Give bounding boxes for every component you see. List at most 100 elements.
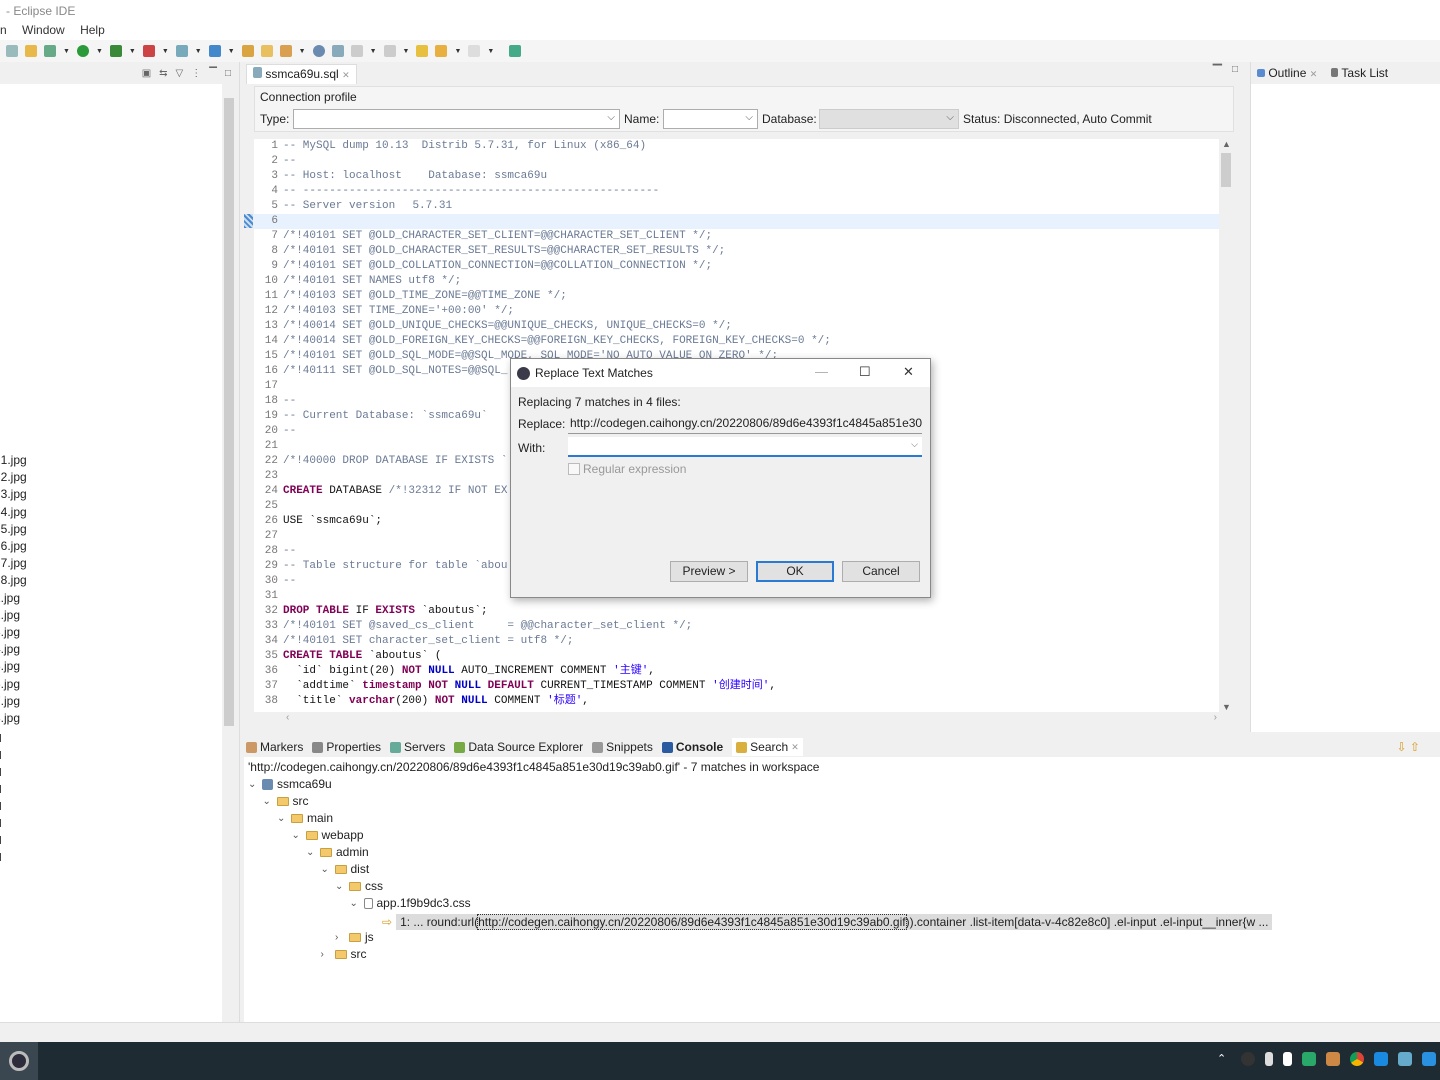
- menu-window[interactable]: Window: [22, 23, 65, 37]
- tree-node[interactable]: › js: [335, 930, 374, 944]
- tray-app-icon[interactable]: [1326, 1052, 1340, 1066]
- maximize-button[interactable]: ☐: [859, 364, 871, 380]
- file-item[interactable]: n8.jpg: [0, 573, 27, 587]
- pen-icon[interactable]: [279, 45, 292, 57]
- microphone-icon[interactable]: [1265, 1052, 1273, 1066]
- file-item[interactable]: 1.jpg: [0, 591, 20, 605]
- file-item[interactable]: n6.jpg: [0, 539, 27, 553]
- editor-horizontal-scrollbar[interactable]: ‹ ›: [284, 712, 1219, 726]
- tab-search[interactable]: Search ✕: [732, 738, 803, 756]
- external-tools-icon[interactable]: [142, 45, 155, 57]
- file-item[interactable]: n7.jpg: [0, 556, 27, 570]
- chevron-down-icon[interactable]: ⌄: [263, 796, 273, 807]
- file-item[interactable]: 4.jpg: [0, 642, 20, 656]
- chevron-down-icon[interactable]: ⌵: [911, 439, 918, 450]
- preview-button[interactable]: Preview >: [670, 561, 748, 582]
- tray-app-icon[interactable]: [1398, 1052, 1412, 1066]
- tab-data-source-explorer[interactable]: Data Source Explorer: [454, 740, 583, 754]
- eclipse-taskbar-icon[interactable]: [0, 1042, 38, 1080]
- chevron-down-icon[interactable]: ⌄: [335, 881, 345, 892]
- bookmark-icon[interactable]: [1283, 1052, 1292, 1066]
- file-item[interactable]: 5.jpg: [0, 659, 20, 673]
- link-editor-icon[interactable]: ⇆: [159, 68, 167, 79]
- file-item[interactable]: n4.jpg: [0, 505, 27, 519]
- tree-node[interactable]: ⌄ css: [335, 879, 383, 893]
- toolbar-icon[interactable]: [6, 45, 18, 57]
- open-type-icon[interactable]: [241, 45, 254, 57]
- file-item[interactable]: n1.jpg: [0, 453, 27, 467]
- perspective-icon[interactable]: [509, 45, 522, 57]
- tree-node[interactable]: ⌄ app.1f9b9dc3.css: [350, 896, 471, 910]
- cancel-button[interactable]: Cancel: [842, 561, 920, 582]
- tab-properties[interactable]: Properties: [312, 740, 381, 754]
- chevron-down-icon[interactable]: ⌄: [277, 813, 287, 824]
- with-field[interactable]: ⌵: [568, 437, 922, 457]
- file-item[interactable]: 7.jpg: [0, 694, 20, 708]
- file-item[interactable]: n5.jpg: [0, 522, 27, 536]
- back-icon[interactable]: [435, 45, 448, 57]
- chevron-down-icon[interactable]: ⌄: [306, 847, 316, 858]
- editor-tab[interactable]: ssmca69u.sql ✕: [246, 64, 357, 84]
- chevron-down-icon[interactable]: ⌄: [350, 898, 360, 909]
- chevron-right-icon[interactable]: ›: [321, 949, 331, 960]
- file-item[interactable]: 6.jpg: [0, 677, 20, 691]
- tree-node[interactable]: › src: [321, 947, 367, 961]
- file-item[interactable]: 3.jpg: [0, 625, 20, 639]
- regex-checkbox[interactable]: Regular expression: [568, 462, 686, 476]
- chevron-right-icon[interactable]: ›: [335, 932, 345, 943]
- menu-help[interactable]: Help: [80, 23, 105, 37]
- run-icon[interactable]: [76, 45, 89, 57]
- replace-field[interactable]: http://codegen.caihongy.cn/20220806/89d6…: [568, 414, 922, 434]
- forward-icon[interactable]: [468, 45, 481, 57]
- close-button[interactable]: ✕: [903, 364, 914, 380]
- ok-button[interactable]: OK: [756, 561, 834, 582]
- tree-node[interactable]: ⌄ admin: [306, 845, 369, 859]
- tree-node[interactable]: ⌄ main: [277, 811, 333, 825]
- tray-app-icon[interactable]: [1241, 1052, 1255, 1066]
- chevron-down-icon[interactable]: ⌄: [321, 864, 331, 875]
- tray-app-icon[interactable]: [1374, 1052, 1388, 1066]
- tray-app-icon[interactable]: [1422, 1052, 1436, 1066]
- tab-snippets[interactable]: Snippets: [592, 740, 653, 754]
- view-menu-icon[interactable]: ⋮: [191, 68, 201, 79]
- database-select[interactable]: ⌵: [819, 109, 959, 129]
- file-item[interactable]: 8.jpg: [0, 711, 20, 725]
- maximize-icon[interactable]: □: [1232, 64, 1238, 75]
- wechat-work-icon[interactable]: [1302, 1052, 1316, 1066]
- name-select[interactable]: ⌵: [663, 109, 758, 129]
- minimize-button[interactable]: —: [815, 364, 828, 379]
- tab-servers[interactable]: Servers: [390, 740, 445, 754]
- new-class-icon[interactable]: [208, 45, 221, 57]
- minimize-icon[interactable]: ▔: [1213, 64, 1222, 78]
- file-item[interactable]: 2.jpg: [0, 608, 20, 622]
- type-select[interactable]: ⌵: [293, 109, 620, 129]
- coverage-icon[interactable]: [109, 45, 122, 57]
- last-edit-icon[interactable]: [416, 45, 429, 57]
- file-item[interactable]: n2.jpg: [0, 470, 27, 484]
- editor-vertical-scrollbar[interactable]: ▲ ▼: [1219, 139, 1233, 712]
- chevron-down-icon[interactable]: ⌄: [248, 779, 258, 790]
- debug-icon[interactable]: [44, 45, 56, 57]
- filter-icon[interactable]: ▽: [176, 68, 184, 79]
- tree-node[interactable]: ⌄ webapp: [292, 828, 364, 842]
- tab-markers[interactable]: Markers: [246, 740, 303, 754]
- toolbar-icon[interactable]: [331, 45, 344, 57]
- next-match-icon[interactable]: ⇩ ⇧: [1397, 740, 1420, 754]
- collapse-all-icon[interactable]: ▣: [142, 68, 151, 79]
- chrome-icon[interactable]: [1350, 1052, 1364, 1066]
- tree-node[interactable]: ⌄ src: [263, 794, 309, 808]
- left-scrollbar[interactable]: [222, 84, 236, 1022]
- menu-run[interactable]: n: [0, 23, 7, 37]
- tab-console[interactable]: Console: [661, 740, 723, 754]
- tree-node[interactable]: ⌄ ssmca69u: [248, 777, 332, 791]
- open-resource-icon[interactable]: [260, 45, 273, 57]
- file-item[interactable]: n3.jpg: [0, 487, 27, 501]
- minimize-icon[interactable]: ▔: [209, 68, 217, 79]
- tray-expand-icon[interactable]: ⌃: [1217, 1052, 1231, 1066]
- close-icon[interactable]: ✕: [342, 70, 350, 80]
- annotation-icon[interactable]: [350, 45, 363, 57]
- globe-icon[interactable]: [312, 45, 325, 57]
- tree-node[interactable]: ⌄ dist: [321, 862, 370, 876]
- toolbar-icon[interactable]: [25, 45, 37, 57]
- annotation-prev-icon[interactable]: [383, 45, 396, 57]
